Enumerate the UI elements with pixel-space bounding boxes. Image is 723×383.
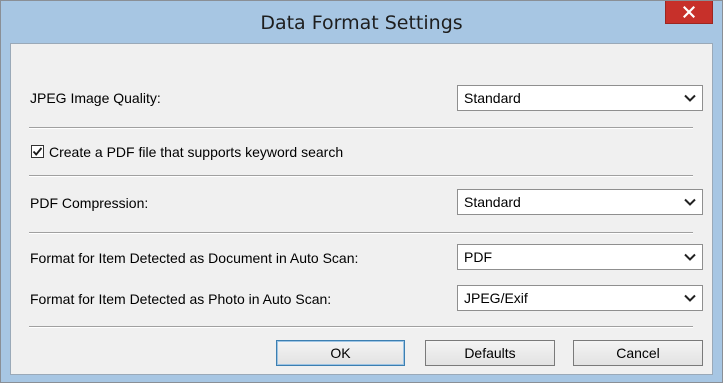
chevron-down-icon bbox=[684, 253, 696, 261]
dialog-window: Data Format Settings JPEG Image Quality:… bbox=[0, 0, 723, 383]
separator bbox=[29, 232, 693, 234]
dialog-title: Data Format Settings bbox=[260, 12, 463, 34]
chevron-down-icon bbox=[684, 294, 696, 302]
document-format-value: PDF bbox=[464, 249, 492, 265]
photo-format-select[interactable]: JPEG/Exif bbox=[457, 285, 703, 311]
checkmark-icon bbox=[32, 147, 43, 156]
jpeg-quality-value: Standard bbox=[464, 90, 521, 106]
chevron-down-icon bbox=[684, 198, 696, 206]
pdf-compression-value: Standard bbox=[464, 194, 521, 210]
title-bar: Data Format Settings bbox=[1, 1, 722, 43]
document-format-label: Format for Item Detected as Document in … bbox=[30, 250, 359, 266]
jpeg-quality-label: JPEG Image Quality: bbox=[30, 90, 161, 106]
close-button[interactable] bbox=[665, 1, 713, 24]
close-icon bbox=[683, 6, 695, 18]
photo-format-label: Format for Item Detected as Photo in Aut… bbox=[30, 291, 332, 307]
chevron-down-icon bbox=[684, 94, 696, 102]
separator bbox=[29, 127, 693, 129]
separator bbox=[29, 326, 693, 328]
document-format-select[interactable]: PDF bbox=[457, 244, 703, 270]
pdf-compression-label: PDF Compression: bbox=[30, 195, 149, 211]
pdf-compression-select[interactable]: Standard bbox=[457, 189, 703, 215]
dialog-body: JPEG Image Quality: Standard Create a PD… bbox=[10, 43, 713, 375]
defaults-button[interactable]: Defaults bbox=[425, 340, 555, 366]
photo-format-value: JPEG/Exif bbox=[464, 290, 528, 306]
jpeg-quality-select[interactable]: Standard bbox=[457, 85, 703, 111]
keyword-search-label[interactable]: Create a PDF file that supports keyword … bbox=[49, 144, 343, 160]
separator bbox=[29, 175, 693, 177]
ok-button[interactable]: OK bbox=[276, 340, 405, 366]
keyword-search-checkbox[interactable] bbox=[31, 145, 44, 158]
cancel-button[interactable]: Cancel bbox=[573, 340, 703, 366]
